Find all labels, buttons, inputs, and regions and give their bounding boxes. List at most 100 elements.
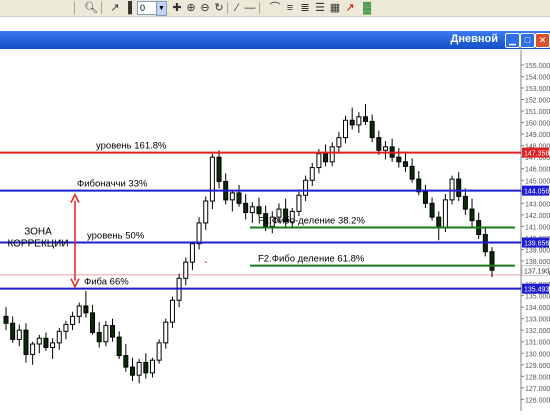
y-tick-label: 138.000 [525, 259, 550, 266]
candle-body [56, 330, 62, 344]
toolbar-separator [101, 2, 102, 14]
candle-body [382, 146, 388, 151]
candle-body [116, 336, 122, 357]
y-tick-label: 155.000 [525, 63, 550, 70]
candle-body [90, 312, 96, 333]
candle-body [469, 208, 475, 222]
toolbar-separator [74, 2, 75, 14]
candle-body [43, 337, 49, 348]
window-title: Дневной [450, 33, 499, 45]
y-tick-label: 142.000 [525, 213, 550, 220]
level-label: Фиба 66% [84, 277, 129, 288]
y-tick-label: 131.000 [525, 340, 550, 347]
candle-body [449, 178, 455, 201]
window-titlebar: Дневной ▁ □ ✕ [0, 31, 550, 49]
y-tick-label: 134.000 [525, 305, 550, 312]
y-tick-label: 133.000 [525, 317, 550, 324]
y-tick-label: 151.000 [525, 109, 550, 116]
candle-body [396, 156, 402, 163]
y-tick-label: 139.000 [525, 247, 550, 254]
candle-body [183, 261, 189, 279]
maximize-icon[interactable]: □ [520, 33, 535, 48]
candle-body [50, 342, 56, 348]
y-tick-label: 150.000 [525, 121, 550, 128]
level-price-tag-text: 147.358 [524, 151, 549, 158]
trendline-icon[interactable]: ∕ [230, 1, 244, 15]
zoom-out-icon[interactable]: ⊖ [198, 1, 212, 15]
rotate-icon[interactable]: ↻ [212, 1, 226, 15]
level-label: Фибоначчи 33% [77, 179, 148, 190]
y-tick-label: 129.000 [525, 363, 550, 370]
level-label: уровень 50% [87, 231, 145, 242]
candle-body [123, 355, 129, 368]
fan-icon[interactable]: ⌒ [268, 1, 282, 15]
candle-body [229, 192, 235, 201]
candle-body [30, 343, 36, 355]
candle-body [216, 156, 222, 182]
chart-bar-icon[interactable]: ▐ [121, 1, 135, 15]
fibo-division-label: F2.Фибо деление 61.8% [258, 254, 365, 265]
candle-body [209, 156, 215, 202]
fibo-division-label: F1.Фибо-деление 38.2% [258, 216, 365, 227]
candle-body [363, 116, 369, 122]
candle-body [456, 178, 462, 197]
y-tick-label: 154.000 [525, 74, 550, 81]
candle-body [409, 165, 415, 180]
toolbar: 🔍︎ ↗ ▐ 0 ▼ ✚ ⊕ ⊖ ↻ ∕ — ⌒ ≡ ≣ ☰ ▦ ↗ ▓ [0, 0, 550, 17]
zoom-in-icon[interactable]: ⊕ [184, 1, 198, 15]
candle-body [323, 153, 329, 163]
minimize-icon[interactable]: ▁ [505, 33, 520, 48]
y-tick-label: 127.000 [525, 386, 550, 393]
hline-icon[interactable]: — [243, 1, 257, 15]
channel-icon[interactable]: ≡ [283, 1, 297, 15]
candle-body [196, 222, 202, 245]
candle-body [189, 243, 195, 263]
candle-body [462, 195, 468, 210]
candles-icon[interactable]: ▓ [360, 1, 374, 15]
level-price-tag-text: 144.056 [524, 189, 549, 196]
candle-body [489, 251, 495, 271]
candle-body [156, 342, 162, 361]
candle-body [436, 216, 442, 229]
y-tick-label: 141.000 [525, 224, 550, 231]
arrow-icon[interactable]: ↗ [343, 1, 357, 15]
level-price-tag-text: 139.656 [524, 241, 549, 248]
text-icon[interactable]: ≣ [298, 1, 312, 15]
candle-body [70, 315, 76, 325]
candle-body [402, 161, 408, 167]
search-icon[interactable]: 🔍︎ [84, 1, 98, 15]
chevron-down-icon[interactable]: ▼ [156, 1, 167, 16]
candle-body [429, 202, 435, 218]
candle-body [343, 119, 349, 139]
candle-body [336, 137, 342, 148]
candle-body [110, 325, 116, 338]
grid-icon[interactable]: ▦ [328, 1, 342, 15]
zone-label: КОРРЕКЦИИ [7, 239, 68, 250]
candle-body [296, 194, 302, 212]
candle-body [236, 192, 242, 204]
y-tick-label: 149.000 [525, 132, 550, 139]
current-price-tag-text: 137.190 [524, 268, 549, 275]
candle-body [3, 315, 9, 324]
list-icon[interactable]: ☰ [313, 1, 327, 15]
candle-body [129, 366, 135, 376]
close-icon[interactable]: ✕ [535, 33, 550, 48]
crosshair-icon[interactable]: ✚ [170, 1, 184, 15]
cursor-icon[interactable]: ↗ [108, 1, 122, 15]
candle-body [136, 361, 142, 376]
candle-body [303, 179, 309, 196]
candle-body [356, 116, 362, 126]
candle-body [16, 329, 22, 340]
candle-body [149, 359, 155, 374]
chart-area[interactable]: 155.000 154.000 153.000 152.000 151.000 150.0… [0, 50, 550, 411]
candle-body [163, 321, 169, 344]
y-tick-label: 153.000 [525, 86, 550, 93]
y-tick-label: 143.000 [525, 201, 550, 208]
y-tick-label: 130.000 [525, 351, 550, 358]
candle-body [376, 137, 382, 151]
candlestick-chart: 155.000 154.000 153.000 152.000 151.000 150.0… [0, 50, 550, 411]
candle-body [83, 305, 89, 314]
y-tick-label: 146.000 [525, 167, 550, 174]
candle-body [249, 206, 255, 214]
candle-body [243, 202, 249, 214]
